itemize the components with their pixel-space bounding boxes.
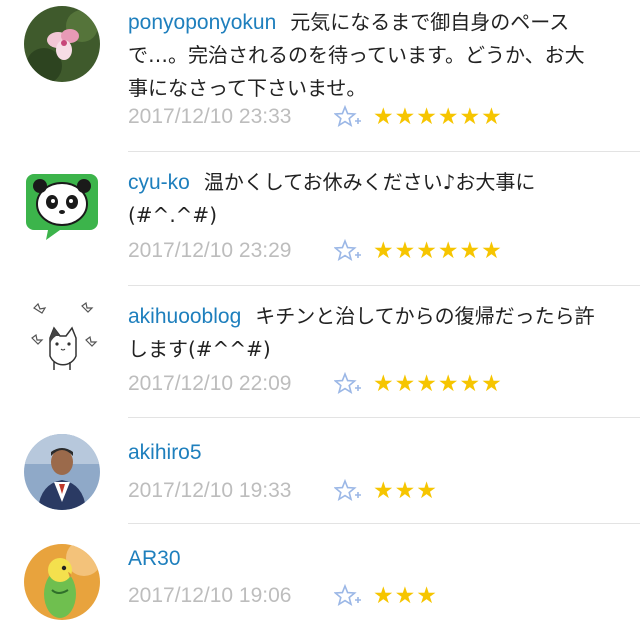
star-rating[interactable]: ★★★★★★ <box>373 238 503 264</box>
cat-avatar-icon[interactable] <box>24 298 100 374</box>
username-link[interactable]: ponyoponyokun <box>128 11 276 34</box>
comment-item: cyu-ko 温かくしてお休みください♪お大事に(#^.^#) 2017/12/1… <box>0 152 640 286</box>
parakeet-avatar-icon[interactable] <box>24 544 100 620</box>
comment-text: cyu-ko 温かくしてお休みください♪お大事に(#^.^#) <box>128 166 598 232</box>
comment-item: ponyoponyokun 元気になるまで御自身のペースで…。完治されるのを待って… <box>0 0 640 152</box>
comment-meta: 2017/12/10 23:33 ★★★★★★ <box>128 100 503 134</box>
comment-item: akihiro5 2017/12/10 19:33 ★★★ <box>0 418 640 524</box>
add-star-icon[interactable] <box>333 476 363 506</box>
star-rating[interactable]: ★★★★★★ <box>373 104 503 130</box>
username-link[interactable]: akihuooblog <box>128 305 241 328</box>
star-rating[interactable]: ★★★★★★ <box>373 371 503 397</box>
comment-text: akihuooblog キチンと治してからの復帰だったら許します(#^^#) <box>128 300 598 366</box>
comment-item: AR30 2017/12/10 19:06 ★★★ <box>0 524 640 620</box>
flower-avatar-icon[interactable] <box>24 6 100 82</box>
comment-timestamp[interactable]: 2017/12/10 19:33 <box>128 479 333 503</box>
comment-text: akihiro5 <box>128 436 598 469</box>
star-rating[interactable]: ★★★ <box>373 583 438 609</box>
comment-meta: 2017/12/10 19:33 ★★★ <box>128 474 438 508</box>
comment-timestamp[interactable]: 2017/12/10 22:09 <box>128 372 333 396</box>
username-link[interactable]: cyu-ko <box>128 171 190 194</box>
add-star-icon[interactable] <box>333 102 363 132</box>
add-star-icon[interactable] <box>333 369 363 399</box>
star-rating[interactable]: ★★★ <box>373 478 438 504</box>
panda-avatar-icon[interactable] <box>24 166 100 242</box>
add-star-icon[interactable] <box>333 236 363 266</box>
add-star-icon[interactable] <box>333 581 363 611</box>
comment-timestamp[interactable]: 2017/12/10 23:33 <box>128 105 333 129</box>
comment-timestamp[interactable]: 2017/12/10 19:06 <box>128 584 333 608</box>
comment-meta: 2017/12/10 23:29 ★★★★★★ <box>128 234 503 268</box>
comment-meta: 2017/12/10 22:09 ★★★★★★ <box>128 367 503 401</box>
username-link[interactable]: AR30 <box>128 547 181 570</box>
username-link[interactable]: akihiro5 <box>128 441 202 464</box>
comment-item: akihuooblog キチンと治してからの復帰だったら許します(#^^#) 20… <box>0 286 640 418</box>
person-avatar-icon[interactable] <box>24 434 100 510</box>
comment-text: AR30 <box>128 542 598 575</box>
comment-list: ponyoponyokun 元気になるまで御自身のペースで…。完治されるのを待って… <box>0 0 640 620</box>
comment-meta: 2017/12/10 19:06 ★★★ <box>128 579 438 613</box>
comment-timestamp[interactable]: 2017/12/10 23:29 <box>128 239 333 263</box>
comment-text: ponyoponyokun 元気になるまで御自身のペースで…。完治されるのを待って… <box>128 6 598 105</box>
